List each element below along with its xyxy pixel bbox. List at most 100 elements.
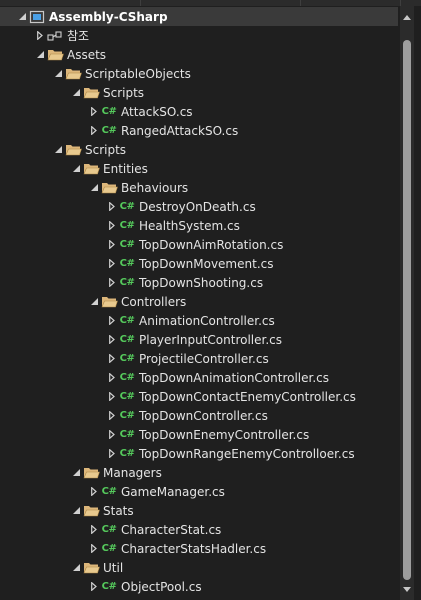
collapse-arrow-icon[interactable]: [106, 197, 118, 216]
folder-open-icon: [82, 501, 100, 520]
tree-file-item[interactable]: C# CharacterStat.cs: [0, 520, 398, 539]
tree-file-item[interactable]: C# CharacterStatsHadler.cs: [0, 539, 398, 558]
tree-item-label: ProjectileController.cs: [139, 351, 269, 366]
collapse-arrow-icon[interactable]: [106, 387, 118, 406]
solution-explorer-tree: Assembly-CSharp 참조 Assets ScriptableObjects…: [0, 6, 398, 600]
tree-item-label: Stats: [103, 503, 134, 518]
tree-file-item[interactable]: C# TopDownContactEnemyController.cs: [0, 387, 398, 406]
collapse-arrow-icon[interactable]: [106, 425, 118, 444]
expand-arrow-icon[interactable]: [70, 159, 82, 178]
tree-file-item[interactable]: C# ObjectPool.cs: [0, 577, 398, 596]
tree-folder-item[interactable]: Assembly-CSharp: [0, 7, 398, 26]
tree-file-item[interactable]: C# TopDownMovement.cs: [0, 254, 398, 273]
collapse-arrow-icon[interactable]: [106, 216, 118, 235]
folder-open-icon: [64, 64, 82, 83]
scroll-down-arrow-icon[interactable]: [400, 582, 414, 596]
expand-arrow-icon[interactable]: [70, 501, 82, 520]
expand-arrow-icon[interactable]: [34, 45, 46, 64]
collapse-arrow-icon[interactable]: [106, 311, 118, 330]
tree-item-label: Managers: [103, 465, 162, 480]
expand-arrow-icon[interactable]: [16, 7, 28, 26]
expand-arrow-icon[interactable]: [88, 178, 100, 197]
csharp-file-icon: C#: [119, 277, 135, 288]
expand-arrow-icon[interactable]: [88, 292, 100, 311]
tree-folder-item[interactable]: Managers: [0, 463, 398, 482]
collapse-arrow-icon[interactable]: [106, 406, 118, 425]
tree-item-label: TopDownShooting.cs: [139, 275, 264, 290]
collapse-arrow-icon[interactable]: [106, 254, 118, 273]
expand-arrow-icon[interactable]: [70, 558, 82, 577]
csharp-file-icon: C#: [119, 201, 135, 212]
tree-file-item[interactable]: C# PlayerInputController.cs: [0, 330, 398, 349]
tree-item-label: RangedAttackSO.cs: [121, 123, 239, 138]
folder-open-icon: [64, 140, 82, 159]
tree-file-item[interactable]: C# TopDownAnimationController.cs: [0, 368, 398, 387]
csharp-file-icon: C#: [101, 125, 117, 136]
expand-arrow-icon[interactable]: [52, 64, 64, 83]
tree-file-item[interactable]: C# HealthSystem.cs: [0, 216, 398, 235]
csharp-file-icon: C#: [119, 258, 135, 269]
csharp-file-icon: C#: [119, 410, 135, 421]
tree-item-label: CharacterStatsHadler.cs: [121, 541, 267, 556]
collapse-arrow-icon[interactable]: [88, 539, 100, 558]
collapse-arrow-icon[interactable]: [88, 577, 100, 596]
tree-item-label: TopDownContactEnemyController.cs: [139, 389, 356, 404]
tree-item-label: TopDownAimRotation.cs: [139, 237, 284, 252]
tree-item-label: HealthSystem.cs: [139, 218, 240, 233]
collapse-arrow-icon[interactable]: [106, 235, 118, 254]
tree-folder-item[interactable]: Scripts: [0, 83, 398, 102]
tree-folder-item[interactable]: 참조: [0, 26, 398, 45]
tree-file-item[interactable]: C# TopDownShooting.cs: [0, 273, 398, 292]
tree-folder-item[interactable]: Assets: [0, 45, 398, 64]
tree-file-item[interactable]: C# RangedAttackSO.cs: [0, 121, 398, 140]
tree-item-label: Behaviours: [121, 180, 189, 195]
tree-file-item[interactable]: C# AttackSO.cs: [0, 102, 398, 121]
expand-arrow-icon[interactable]: [52, 140, 64, 159]
tree-folder-item[interactable]: Behaviours: [0, 178, 398, 197]
tree-item-label: Scripts: [103, 85, 145, 100]
folder-open-icon: [82, 159, 100, 178]
folder-open-icon: [82, 83, 100, 102]
tree-item-label: TopDownEnemyController.cs: [139, 427, 310, 442]
scroll-up-arrow-icon[interactable]: [400, 10, 414, 24]
tree-file-item[interactable]: C# ProjectileController.cs: [0, 349, 398, 368]
collapse-arrow-icon[interactable]: [88, 482, 100, 501]
expand-arrow-icon[interactable]: [70, 463, 82, 482]
tree-folder-item[interactable]: Controllers: [0, 292, 398, 311]
collapse-arrow-icon[interactable]: [34, 26, 46, 45]
tree-item-label: TopDownAnimationController.cs: [139, 370, 330, 385]
folder-open-icon: [100, 292, 118, 311]
tree-folder-item[interactable]: Entities: [0, 159, 398, 178]
collapse-arrow-icon[interactable]: [88, 121, 100, 140]
tree-folder-item[interactable]: Stats: [0, 501, 398, 520]
tree-file-item[interactable]: C# TopDownController.cs: [0, 406, 398, 425]
scrollbar-thumb[interactable]: [403, 40, 411, 580]
tree-file-item[interactable]: C# AnimationController.cs: [0, 311, 398, 330]
project-icon: [28, 7, 46, 26]
tree-folder-item[interactable]: ScriptableObjects: [0, 64, 398, 83]
collapse-arrow-icon[interactable]: [88, 520, 100, 539]
tree-file-item[interactable]: C# GameManager.cs: [0, 482, 398, 501]
csharp-file-icon: C#: [101, 581, 117, 592]
collapse-arrow-icon[interactable]: [106, 273, 118, 292]
tree-folder-item[interactable]: Util: [0, 558, 398, 577]
tree-item-label: TopDownMovement.cs: [139, 256, 274, 271]
tree-file-item[interactable]: C# TopDownAimRotation.cs: [0, 235, 398, 254]
collapse-arrow-icon[interactable]: [106, 368, 118, 387]
vertical-scrollbar[interactable]: [400, 6, 414, 600]
csharp-file-icon: C#: [119, 220, 135, 231]
tree-item-label: ObjectPool.cs: [121, 579, 202, 594]
tree-item-label: PlayerInputController.cs: [139, 332, 283, 347]
expand-arrow-icon[interactable]: [70, 83, 82, 102]
collapse-arrow-icon[interactable]: [88, 102, 100, 121]
tree-item-label: AttackSO.cs: [121, 104, 193, 119]
tree-item-label: ScriptableObjects: [85, 66, 191, 81]
tree-item-label: Entities: [103, 161, 148, 176]
collapse-arrow-icon[interactable]: [106, 444, 118, 463]
tree-file-item[interactable]: C# TopDownRangeEnemyControlloer.cs: [0, 444, 398, 463]
collapse-arrow-icon[interactable]: [106, 349, 118, 368]
collapse-arrow-icon[interactable]: [106, 330, 118, 349]
tree-file-item[interactable]: C# TopDownEnemyController.cs: [0, 425, 398, 444]
tree-folder-item[interactable]: Scripts: [0, 140, 398, 159]
tree-file-item[interactable]: C# DestroyOnDeath.cs: [0, 197, 398, 216]
